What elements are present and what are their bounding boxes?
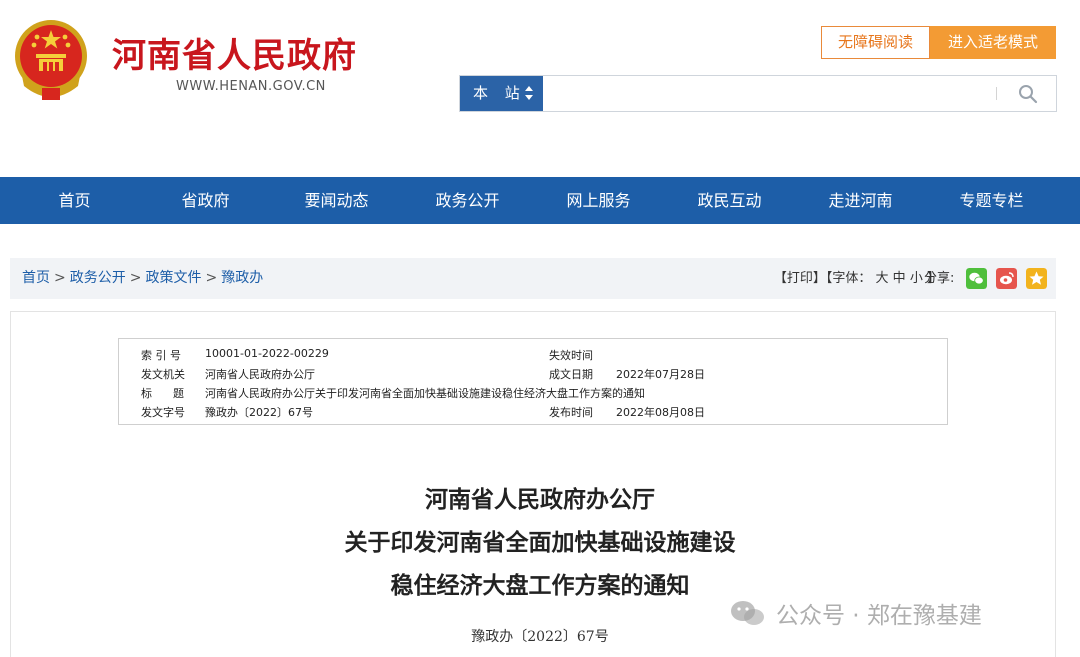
font-medium-button[interactable]: 中 — [893, 271, 906, 286]
search-icon[interactable] — [1016, 82, 1040, 106]
sort-arrows-icon — [525, 86, 533, 102]
breadcrumb-yuzhengban[interactable]: 豫政办 — [221, 270, 263, 286]
search-scope-label: 本 站 — [473, 84, 526, 102]
site-name[interactable]: 河南省人民政府 — [112, 28, 357, 77]
font-large-button[interactable]: 大 — [876, 271, 889, 286]
meta-docno-value: 豫政办〔2022〕67号 — [205, 406, 313, 419]
document-title-line1: 河南省人民政府办公厅 — [425, 486, 655, 513]
font-small-button[interactable]: 小 — [910, 271, 923, 286]
font-size-label: 【字体： — [825, 271, 872, 286]
breadcrumb-home[interactable]: 首页 — [22, 270, 50, 286]
nav-item-online-services[interactable]: 网上服务 — [533, 177, 664, 224]
meta-index-label: 索 引 号 — [141, 349, 181, 362]
watermark-text: 公众号 · 郑在豫基建 — [776, 603, 982, 629]
search-input[interactable] — [544, 76, 994, 111]
document-title-line3: 稳住经济大盘工作方案的通知 — [390, 572, 690, 599]
search-box: 本 站 — [459, 75, 1057, 112]
breadcrumb-separator: > — [205, 270, 218, 286]
search-divider — [996, 87, 997, 100]
national-emblem-icon — [15, 20, 87, 100]
nav-item-interaction[interactable]: 政民互动 — [664, 177, 795, 224]
nav-item-special-topics[interactable]: 专题专栏 — [926, 177, 1057, 224]
meta-published-value: 2022年08月08日 — [616, 406, 705, 419]
accessibility-reading-button[interactable]: 无障碍阅读 — [821, 26, 930, 59]
print-button[interactable]: 【打印】 — [774, 271, 826, 286]
meta-docno-label: 发文字号 — [141, 406, 185, 419]
favorite-star-icon[interactable] — [1026, 268, 1047, 289]
breadcrumb: 首页 > 政务公开 > 政策文件 > 豫政办 — [22, 258, 263, 299]
breadcrumb-separator: > — [54, 270, 66, 286]
meta-issuer-label: 发文机关 — [141, 368, 185, 381]
meta-index-value: 10001-01-2022-00229 — [205, 347, 329, 360]
meta-created-value: 2022年07月28日 — [616, 368, 705, 381]
main-nav: 首页 省政府 要闻动态 政务公开 网上服务 政民互动 走进河南 专题专栏 — [0, 177, 1080, 224]
site-header: 河南省人民政府 WWW.HENAN.GOV.CN 无障碍阅读 进入适老模式 本 … — [0, 0, 1080, 177]
share-label: 分享: — [924, 271, 955, 286]
breadcrumb-separator: > — [129, 270, 142, 286]
search-scope-select[interactable]: 本 站 — [460, 76, 543, 111]
wechat-watermark-icon — [731, 601, 764, 625]
weibo-share-icon[interactable] — [996, 268, 1017, 289]
document-title-line2: 关于印发河南省全面加快基础设施建设 — [344, 529, 736, 556]
meta-title-value: 河南省人民政府办公厅关于印发河南省全面加快基础设施建设稳住经济大盘工作方案的通知 — [205, 387, 645, 400]
nav-item-about-henan[interactable]: 走进河南 — [795, 177, 926, 224]
nav-item-news[interactable]: 要闻动态 — [271, 177, 402, 224]
nav-item-home[interactable]: 首页 — [9, 177, 140, 224]
meta-issuer-value: 河南省人民政府办公厅 — [205, 368, 315, 381]
breadcrumb-policy-docs[interactable]: 政策文件 — [145, 270, 201, 286]
breadcrumb-bar: 首页 > 政务公开 > 政策文件 > 豫政办 【打印】【字体： 大 中 小 】 分享: — [10, 258, 1056, 299]
nav-item-open-government[interactable]: 政务公开 — [402, 177, 533, 224]
elder-mode-button[interactable]: 进入适老模式 — [930, 26, 1056, 59]
breadcrumb-open-government[interactable]: 政务公开 — [70, 270, 126, 286]
nav-item-government[interactable]: 省政府 — [140, 177, 271, 224]
meta-title-label: 标 题 — [141, 387, 184, 400]
site-url: WWW.HENAN.GOV.CN — [176, 79, 326, 94]
wechat-share-icon[interactable] — [966, 268, 987, 289]
meta-published-label: 发布时间 — [549, 406, 593, 419]
document-meta-table: 索 引 号 10001-01-2022-00229 失效时间 发文机关 河南省人… — [118, 338, 948, 425]
page-tools: 【打印】【字体： 大 中 小 】 — [774, 258, 940, 299]
meta-created-label: 成文日期 — [549, 368, 593, 381]
meta-expire-label: 失效时间 — [549, 349, 593, 362]
